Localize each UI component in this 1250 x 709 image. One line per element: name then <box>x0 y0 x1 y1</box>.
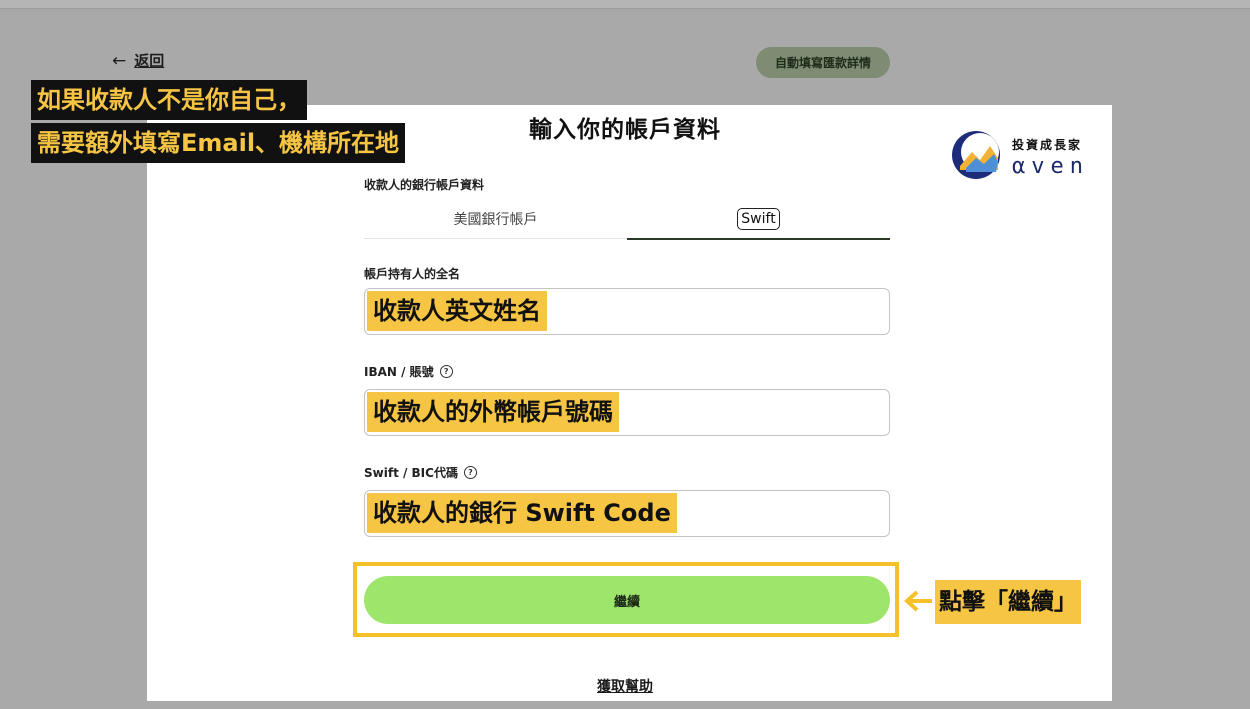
arrow-left-icon: ← <box>112 50 127 71</box>
iban-value: 收款人的外幣帳戶號碼 <box>367 392 619 432</box>
swift-input[interactable]: 收款人的銀行 Swift Code <box>364 490 890 537</box>
get-help-link[interactable]: 獲取幫助 <box>0 676 1250 696</box>
iban-label: IBAN / 賬號 ? <box>364 363 453 380</box>
tab-swift[interactable]: Swift <box>627 200 890 240</box>
back-label[interactable]: 返回 <box>134 50 164 71</box>
bank-section-label: 收款人的銀行帳戶資料 <box>364 178 485 192</box>
help-icon[interactable]: ? <box>463 466 477 479</box>
holder-name-label: 帳戶持有人的全名 <box>364 265 460 282</box>
holder-name-input[interactable]: 收款人英文姓名 <box>364 288 890 335</box>
swift-value: 收款人的銀行 Swift Code <box>367 493 677 533</box>
swift-label-text: Swift / BIC代碼 <box>364 466 458 480</box>
holder-name-value: 收款人英文姓名 <box>367 291 547 331</box>
tab-swift-label: Swift <box>737 208 780 230</box>
continue-button[interactable]: 繼續 <box>364 576 890 624</box>
click-continue-note: 點擊「繼續」 <box>935 580 1081 624</box>
logo-mark-icon <box>952 131 1000 179</box>
instruction-note-line2: 需要額外填寫Email、機構所在地 <box>31 123 406 163</box>
tab-us-bank[interactable]: 美國銀行帳戶 <box>364 200 627 238</box>
tab-us-bank-label: 美國銀行帳戶 <box>453 212 538 228</box>
back-link[interactable]: ← 返回 <box>112 50 164 71</box>
help-icon[interactable]: ? <box>439 365 453 378</box>
bank-type-tabs: 美國銀行帳戶 Swift <box>364 200 890 240</box>
brand-name-zh: 投資成長家 <box>1012 138 1083 152</box>
browser-top-edge <box>0 0 1250 9</box>
instruction-note-line1: 如果收款人不是你自己， <box>31 80 307 120</box>
swift-label: Swift / BIC代碼 ? <box>364 464 477 481</box>
brand-name-en: αven <box>1012 154 1089 179</box>
iban-input[interactable]: 收款人的外幣帳戶號碼 <box>364 389 890 436</box>
autofill-details-button[interactable]: 自動填寫匯款詳情 <box>756 47 890 78</box>
holder-name-label-text: 帳戶持有人的全名 <box>364 267 461 281</box>
iban-label-text: IBAN / 賬號 <box>364 365 434 379</box>
brand-logo: 投資成長家 αven <box>950 128 1110 184</box>
annotation-arrow-icon <box>904 590 932 612</box>
